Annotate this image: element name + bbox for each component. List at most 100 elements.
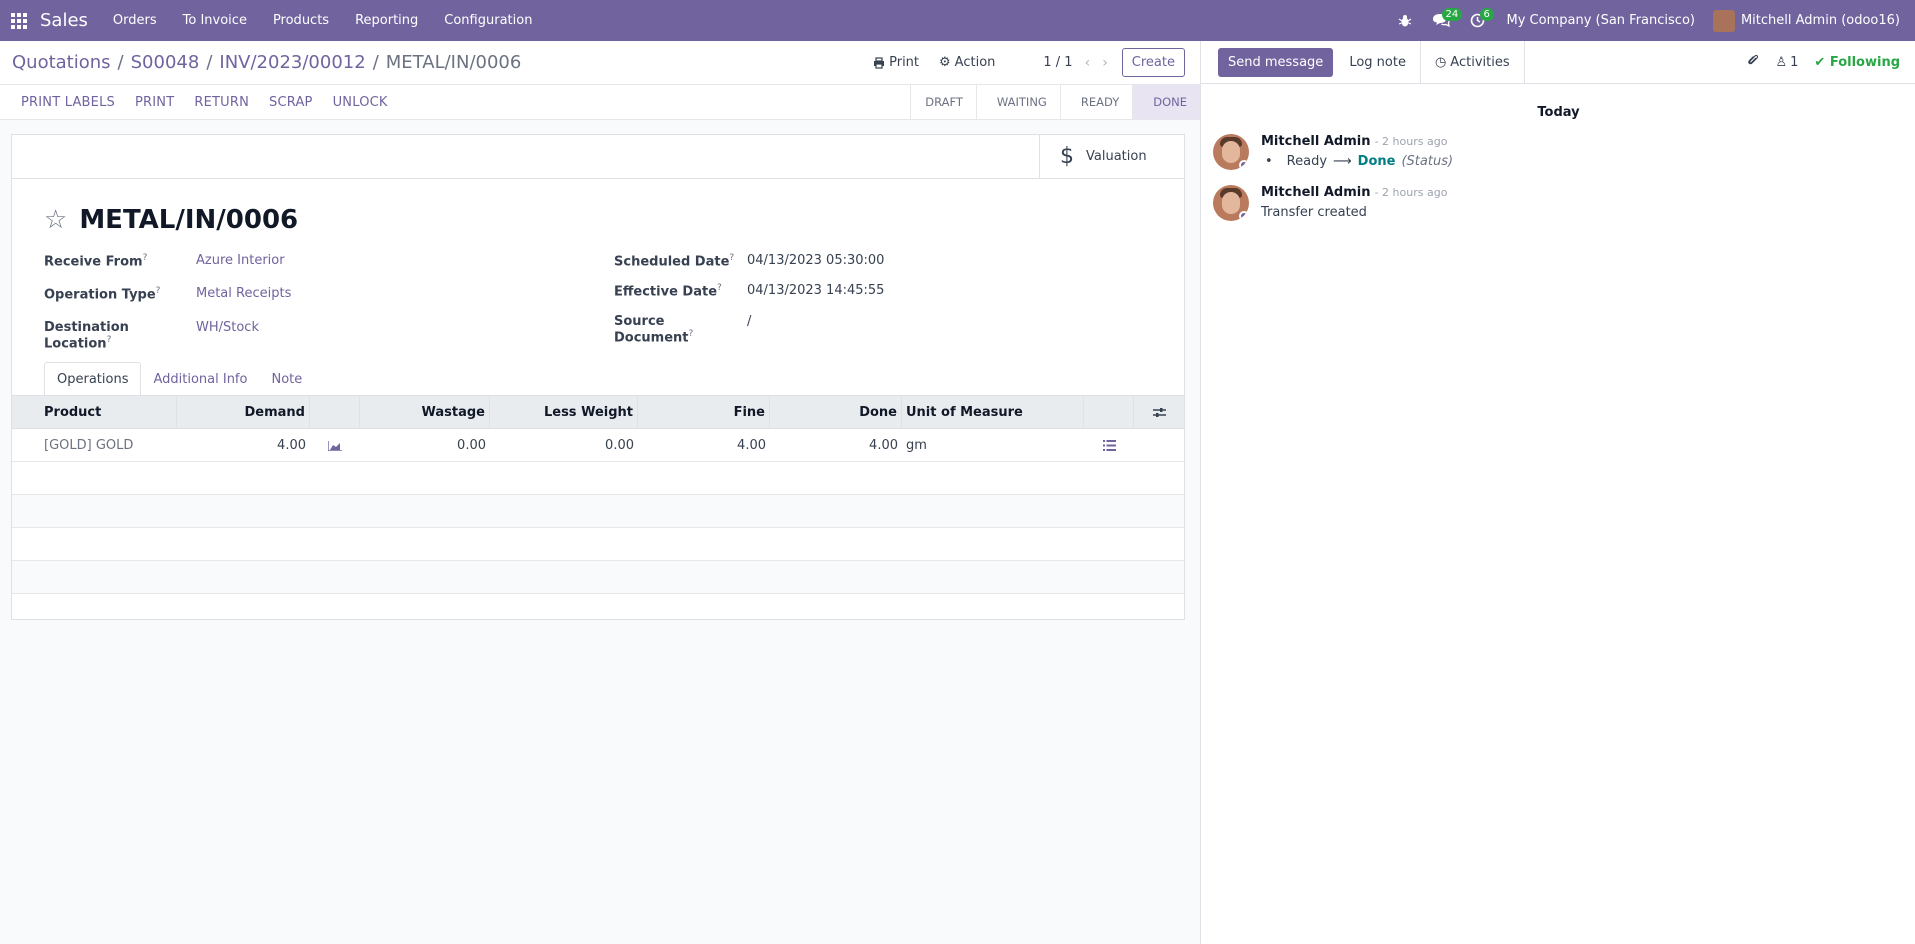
help-tooltip-icon[interactable]: ? <box>689 329 694 339</box>
stage-waiting: WAITING <box>975 85 1060 119</box>
breadcrumb-invoice[interactable]: INV/2023/00012 <box>219 52 365 73</box>
send-message-button[interactable]: Send message <box>1218 47 1334 77</box>
cell-spacer <box>1134 429 1184 462</box>
unlock-button[interactable]: UNLOCK <box>323 95 398 110</box>
breadcrumb-separator: / <box>206 52 213 73</box>
gear-icon: ⚙ <box>939 55 951 70</box>
action-label: Action <box>954 55 996 70</box>
print-button[interactable]: PRINT <box>125 95 184 110</box>
cell-wastage: 0.00 <box>457 438 486 453</box>
breadcrumb-sale-order[interactable]: S00048 <box>131 52 200 73</box>
followers-button[interactable]: ♙ 1 <box>1775 55 1798 70</box>
empty-row <box>12 561 1184 594</box>
operation-type-label: Operation Type <box>44 287 156 303</box>
tab-note[interactable]: Note <box>259 362 314 396</box>
create-button[interactable]: Create <box>1121 48 1185 77</box>
pager-next-icon[interactable]: › <box>1102 55 1108 71</box>
operation-type-value[interactable]: Metal Receipts <box>196 286 291 302</box>
help-tooltip-icon[interactable]: ? <box>729 253 734 263</box>
menu-orders[interactable]: Orders <box>100 13 170 28</box>
followers-count: 1 <box>1790 54 1799 70</box>
user-menu[interactable]: Mitchell Admin (odoo16) <box>1712 9 1915 32</box>
action-menu-button[interactable]: ⚙ Action <box>929 55 1005 70</box>
author-avatar[interactable] <box>1213 134 1249 170</box>
cell-fine: 4.00 <box>737 438 766 453</box>
breadcrumb-quotations[interactable]: Quotations <box>12 52 111 73</box>
tab-additional-info[interactable]: Additional Info <box>141 362 259 396</box>
help-tooltip-icon[interactable]: ? <box>156 286 161 296</box>
source-document-value: / <box>747 314 752 329</box>
column-demand[interactable]: Demand <box>177 396 310 429</box>
pager: 1 / 1 ‹ › <box>1043 55 1107 71</box>
apps-menu-button[interactable] <box>0 0 38 41</box>
tab-operations[interactable]: Operations <box>44 362 142 396</box>
record-title: METAL/IN/0006 <box>79 205 299 235</box>
help-tooltip-icon[interactable]: ? <box>143 253 148 263</box>
log-note-button[interactable]: Log note <box>1335 40 1421 84</box>
column-less-weight[interactable]: Less Weight <box>490 396 638 429</box>
valuation-smart-button[interactable]: $ Valuation <box>1039 135 1184 178</box>
help-tooltip-icon[interactable]: ? <box>107 335 112 345</box>
forecast-chart-icon[interactable] <box>310 429 360 462</box>
menu-configuration[interactable]: Configuration <box>431 13 545 28</box>
cell-uom: gm <box>906 438 927 453</box>
company-switcher[interactable]: My Company (San Francisco) <box>1495 13 1713 28</box>
column-done[interactable]: Done <box>770 396 902 429</box>
pager-value[interactable]: 1 / 1 <box>1043 55 1072 70</box>
effective-date-value: 04/13/2023 14:45:55 <box>747 283 885 298</box>
print-menu-button[interactable]: Print <box>863 55 929 70</box>
stage-ready: READY <box>1059 85 1132 119</box>
following-button[interactable]: ✔ Following <box>1814 55 1900 70</box>
form-view: Quotations / S00048 / INV/2023/00012 / M… <box>0 41 1200 944</box>
scrap-button[interactable]: SCRAP <box>259 95 323 110</box>
stage-done: DONE <box>1132 85 1200 119</box>
activities-button[interactable]: ◷ Activities <box>1421 40 1525 84</box>
source-document-label: Source Document <box>614 314 689 346</box>
breadcrumb-separator: / <box>372 52 379 73</box>
column-wastage[interactable]: Wastage <box>360 396 490 429</box>
chatter-panel: Send message Log note ◷ Activities ♙ 1 ✔… <box>1200 40 1915 944</box>
main-menu: Orders To Invoice Products Reporting Con… <box>100 13 546 28</box>
user-icon: ♙ <box>1775 54 1788 70</box>
form-header: PRINT LABELS PRINT RETURN SCRAP UNLOCK D… <box>0 84 1200 120</box>
paperclip-icon[interactable] <box>1747 53 1759 71</box>
table-row[interactable]: [GOLD] GOLD 4.00 0.00 0.00 4.00 4.00 gm <box>12 429 1184 462</box>
stage-draft: DRAFT <box>910 85 976 119</box>
control-panel: Quotations / S00048 / INV/2023/00012 / M… <box>0 41 1200 84</box>
operations-table: Product Demand Wastage Less Weight Fine … <box>12 395 1184 594</box>
app-brand[interactable]: Sales <box>38 10 100 31</box>
debug-icon[interactable] <box>1388 0 1422 41</box>
menu-reporting[interactable]: Reporting <box>342 13 431 28</box>
favorite-star-icon[interactable]: ☆ <box>44 207 67 233</box>
breadcrumb-current: METAL/IN/0006 <box>385 52 522 73</box>
menu-to-invoice[interactable]: To Invoice <box>170 13 260 28</box>
destination-label: Destination Location <box>44 320 129 352</box>
print-labels-button[interactable]: PRINT LABELS <box>11 95 125 110</box>
author-avatar[interactable] <box>1213 185 1249 221</box>
bullet-icon: • <box>1265 154 1273 169</box>
help-tooltip-icon[interactable]: ? <box>717 283 722 293</box>
form-sheet: $ Valuation ☆ METAL/IN/0006 Receive From… <box>11 134 1185 620</box>
message-time: - 2 hours ago <box>1374 135 1448 148</box>
user-avatar <box>1712 9 1735 32</box>
cell-less-weight: 0.00 <box>605 438 634 453</box>
column-product[interactable]: Product <box>12 396 177 429</box>
activities-clock-icon[interactable]: 6 <box>1460 0 1495 41</box>
tracking-old-value: Ready <box>1286 154 1328 169</box>
column-unit-of-measure[interactable]: Unit of Measure <box>902 396 1084 429</box>
detailed-operations-list-icon[interactable] <box>1084 429 1134 462</box>
receive-from-value[interactable]: Azure Interior <box>196 253 285 269</box>
following-label: Following <box>1829 54 1900 70</box>
message-author[interactable]: Mitchell Admin <box>1261 185 1370 200</box>
pager-previous-icon[interactable]: ‹ <box>1085 55 1091 71</box>
empty-row <box>12 495 1184 528</box>
column-fine[interactable]: Fine <box>638 396 770 429</box>
destination-value[interactable]: WH/Stock <box>196 320 259 351</box>
return-button[interactable]: RETURN <box>184 95 259 110</box>
menu-products[interactable]: Products <box>260 13 342 28</box>
messages-icon[interactable]: 24 <box>1422 0 1463 41</box>
arrow-right-icon: ⟶ <box>1333 154 1352 169</box>
message-author[interactable]: Mitchell Admin <box>1261 134 1370 149</box>
status-bar: DRAFT WAITING READY DONE <box>910 85 1200 119</box>
optional-columns-toggle[interactable] <box>1134 396 1184 429</box>
